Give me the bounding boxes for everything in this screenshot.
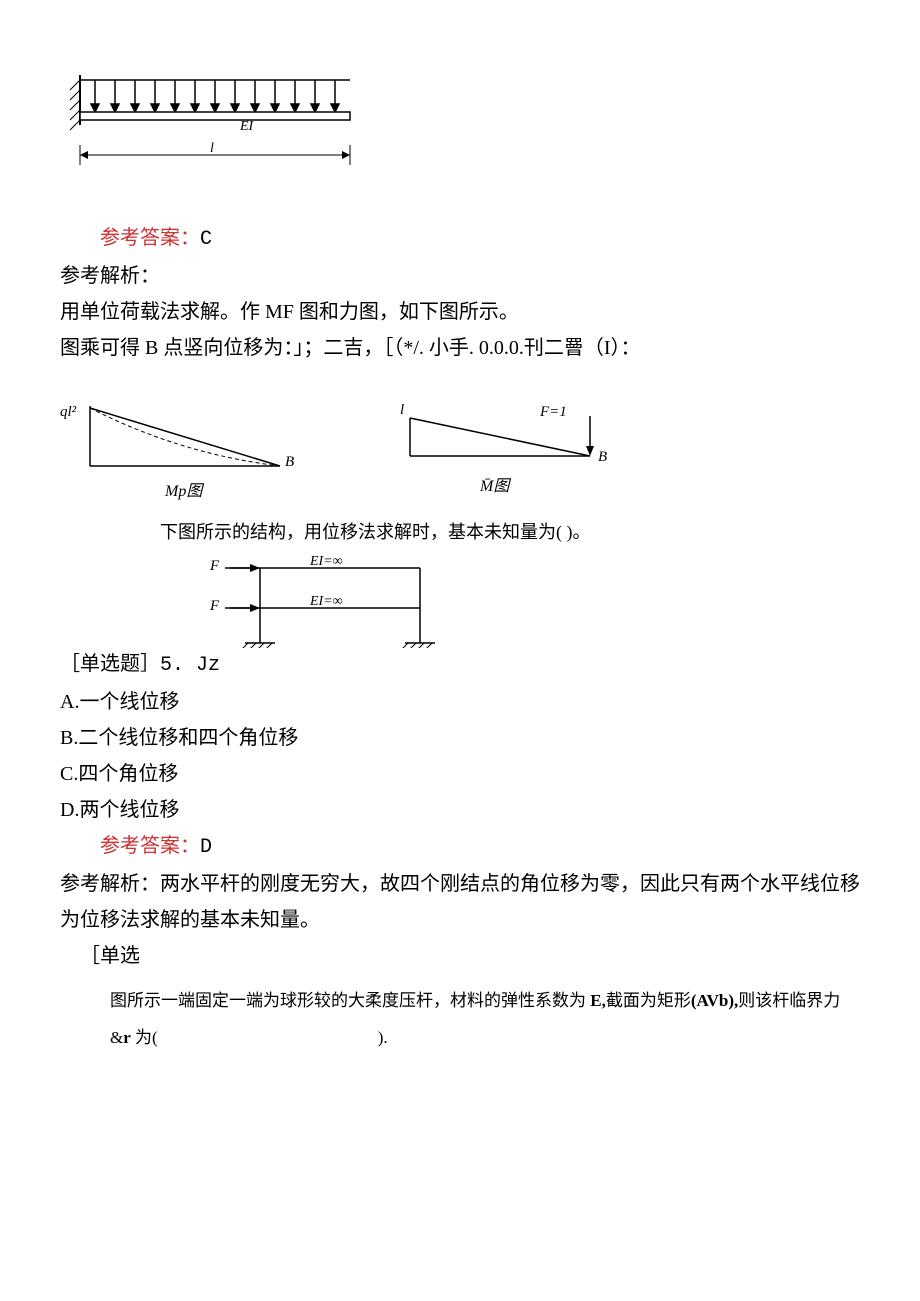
svg-text:EI=∞: EI=∞ [309, 594, 343, 609]
q6-line2: &r 为(). [60, 1023, 860, 1054]
svg-text:F: F [209, 558, 220, 574]
beam-diagram-svg: EI l [60, 70, 360, 180]
q4-analysis-line1: 用单位荷载法求解。作 MF 图和力图，如下图所示。 [60, 294, 860, 330]
answer-label: 参考答案： [100, 227, 200, 249]
beam-label-l: l [210, 141, 214, 156]
mbar-diagram: l F=1 B M̄图 [380, 396, 640, 516]
q4-analysis-label: 参考解析： [60, 258, 860, 294]
q5-prefix: ［单选题］5. Jz [60, 648, 860, 684]
q4-analysis-line2: 图乘可得 B 点竖向位移为：」；二吉，［（*/. 小手. 0.0.0.刊二罾（I… [60, 330, 860, 366]
q5-option-c: C.四个角位移 [60, 756, 860, 792]
svg-text:ql²: ql² [60, 404, 77, 420]
figure-cantilever-beam: EI l [60, 70, 860, 180]
svg-text:F=1: F=1 [539, 404, 567, 420]
q5-option-d: D.两个线位移 [60, 792, 860, 828]
svg-text:F: F [209, 598, 220, 614]
svg-text:B: B [598, 449, 607, 465]
svg-text:EI=∞: EI=∞ [309, 554, 343, 569]
q5-option-b: B.二个线位移和四个角位移 [60, 720, 860, 756]
answer-value: D [200, 836, 212, 859]
q6-prefix: ［单选 [60, 938, 860, 974]
q5-stem: 下图所示的结构，用位移法求解时，基本未知量为( )。 [60, 516, 860, 548]
svg-text:Mp图: Mp图 [164, 483, 204, 500]
moment-diagrams-row: ql² B Mp图 l F=1 B M̄图 [60, 396, 860, 516]
mp-diagram: ql² B Mp图 [60, 396, 320, 516]
svg-text:B: B [285, 454, 294, 470]
q4-answer-line: 参考答案：C [60, 220, 860, 258]
beam-label-EI: EI [239, 119, 255, 134]
q5-analysis: 参考解析：两水平杆的刚度无穷大，故四个刚结点的角位移为零，因此只有两个水平线位移… [60, 866, 860, 938]
svg-text:l: l [400, 402, 404, 418]
q5-option-a: A.一个线位移 [60, 684, 860, 720]
answer-label: 参考答案： [100, 835, 200, 857]
answer-value: C [200, 228, 212, 251]
q6-line1: 图所示一端固定一端为球形较的大柔度压杆，材料的弹性系数为 E,截面为矩形(AVb… [60, 986, 860, 1017]
q5-answer-line: 参考答案：D [60, 828, 860, 866]
svg-text:M̄图: M̄图 [479, 478, 511, 495]
q5-figure: F F EI=∞ EI=∞ [60, 548, 860, 648]
